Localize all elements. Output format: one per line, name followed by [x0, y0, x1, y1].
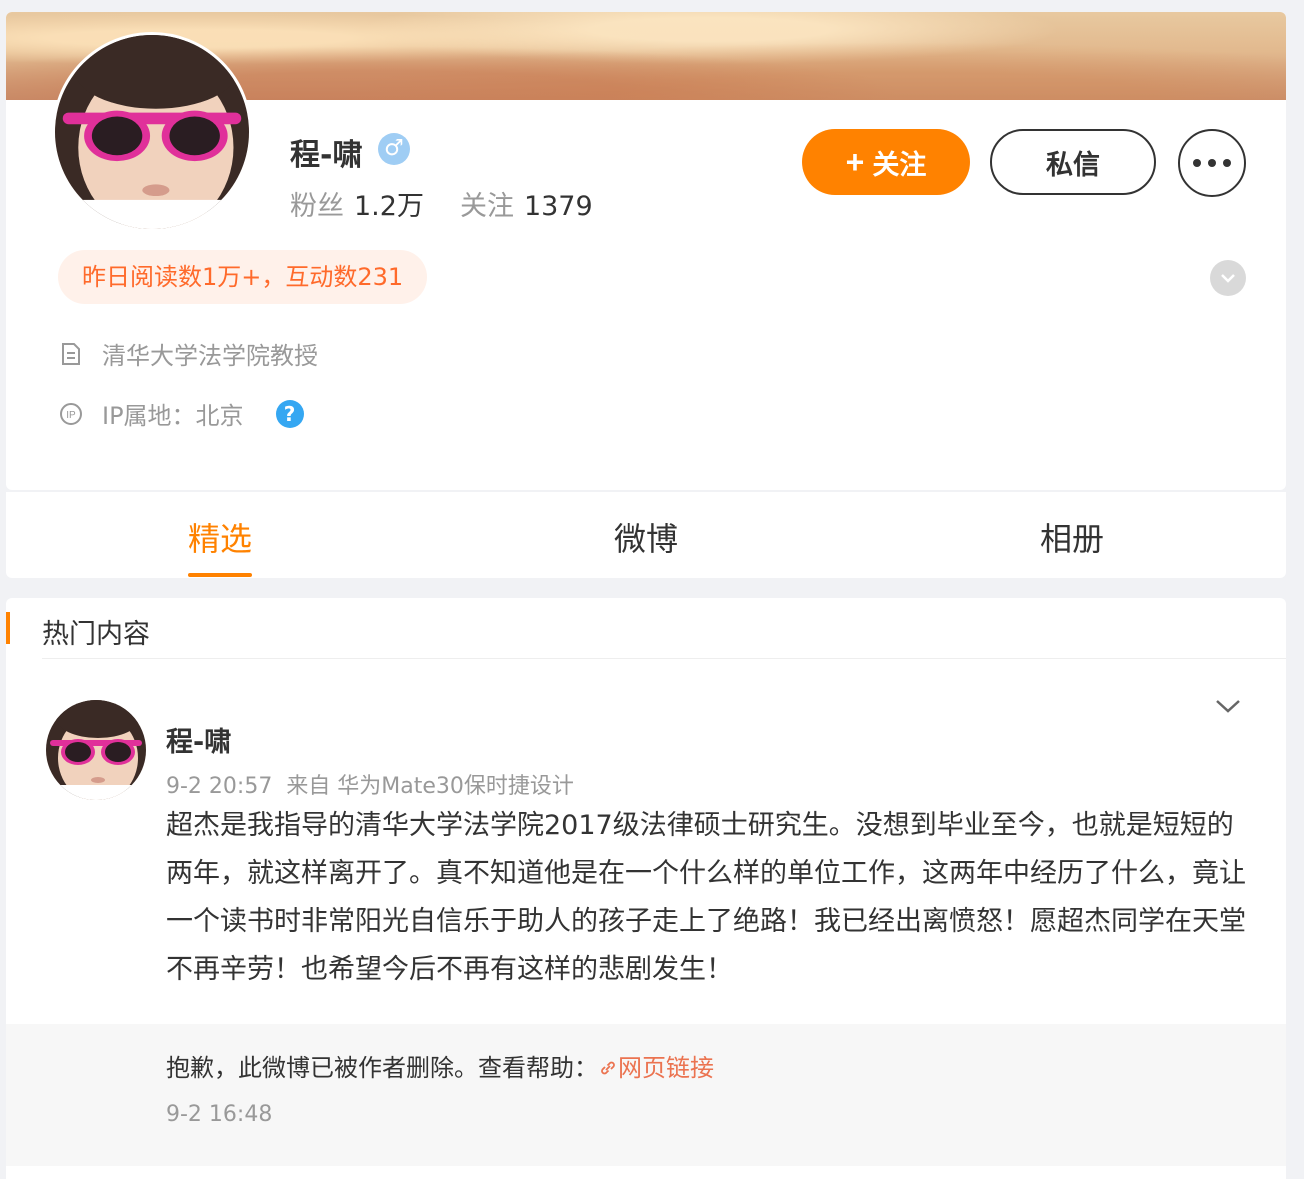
deleted-notice: 抱歉，此微博已被作者删除。查看帮助： 网页链接	[166, 1048, 714, 1083]
chevron-down-icon	[1221, 274, 1235, 283]
tab-album[interactable]: 相册	[972, 514, 1172, 560]
web-link[interactable]: 网页链接	[598, 1054, 714, 1082]
link-icon	[601, 1061, 615, 1075]
post-author-name[interactable]: 程-啸	[166, 720, 231, 759]
tab-featured[interactable]: 精选	[120, 514, 320, 560]
profile-card: 程-啸 ♂ 粉丝 1.2万 关注 1379 + 关注 私信 昨日阅读数1万+，互动数2…	[6, 12, 1286, 490]
web-link-label: 网页链接	[618, 1054, 714, 1082]
post-author-avatar[interactable]	[46, 700, 146, 800]
follow-label[interactable]: 关注	[460, 191, 514, 222]
post-text: 超杰是我指导的清华大学法学院2017级法律硕士研究生。没想到毕业至今，也就是短短…	[166, 810, 1246, 985]
section-title: 热门内容	[42, 619, 150, 650]
post-options-chevron-icon[interactable]	[1214, 696, 1242, 716]
avatar-image	[46, 700, 146, 800]
active-tab-indicator	[188, 573, 252, 577]
male-icon: ♂	[378, 133, 410, 165]
divider	[42, 658, 1286, 659]
ip-row: IP IP属地：北京 ?	[58, 396, 304, 431]
follow-count[interactable]: 1379	[524, 191, 593, 222]
more-dot-icon	[1193, 159, 1201, 167]
section-accent-bar	[6, 612, 10, 644]
document-icon	[58, 341, 84, 367]
help-icon[interactable]: ?	[275, 399, 304, 428]
bio-row: 清华大学法学院教授	[58, 336, 318, 371]
ip-icon: IP	[58, 401, 84, 427]
profile-stats: 粉丝 1.2万 关注 1379	[290, 184, 629, 223]
fans-count[interactable]: 1.2万	[354, 191, 424, 222]
profile-avatar[interactable]	[52, 32, 252, 232]
reads-badge: 昨日阅读数1万+，互动数231	[58, 250, 428, 304]
message-button[interactable]: 私信	[990, 129, 1156, 195]
follow-button-label: 关注	[872, 149, 927, 180]
more-dot-icon	[1208, 159, 1216, 167]
reposted-content: 抱歉，此微博已被作者删除。查看帮助： 网页链接 9-2 16:48	[6, 1024, 1286, 1166]
bio-text: 清华大学法学院教授	[102, 342, 318, 370]
expand-profile-button[interactable]	[1210, 260, 1246, 296]
fans-label[interactable]: 粉丝	[290, 191, 344, 222]
more-dot-icon	[1223, 159, 1231, 167]
deleted-notice-text: 抱歉，此微博已被作者删除。查看帮助：	[166, 1054, 598, 1082]
profile-name: 程-啸	[290, 138, 363, 173]
avatar-image	[55, 35, 249, 229]
plus-icon: +	[845, 144, 865, 180]
profile-tabs: 精选 微博 相册	[6, 492, 1286, 578]
tab-weibo[interactable]: 微博	[546, 514, 746, 560]
ip-location-text: IP属地：北京	[102, 402, 244, 430]
svg-text:IP: IP	[66, 410, 76, 421]
repost-timestamp: 9-2 16:48	[166, 1102, 273, 1127]
follow-button[interactable]: + 关注	[802, 129, 970, 195]
post-meta[interactable]: 9-2 20:57 来自 华为Mate30保时捷设计	[166, 768, 574, 800]
hot-content-section: 热门内容 程-啸 9-2 20:57 来自 华为Mate30保时捷设计 超杰是我…	[6, 598, 1286, 1179]
more-options-button[interactable]	[1178, 129, 1246, 197]
